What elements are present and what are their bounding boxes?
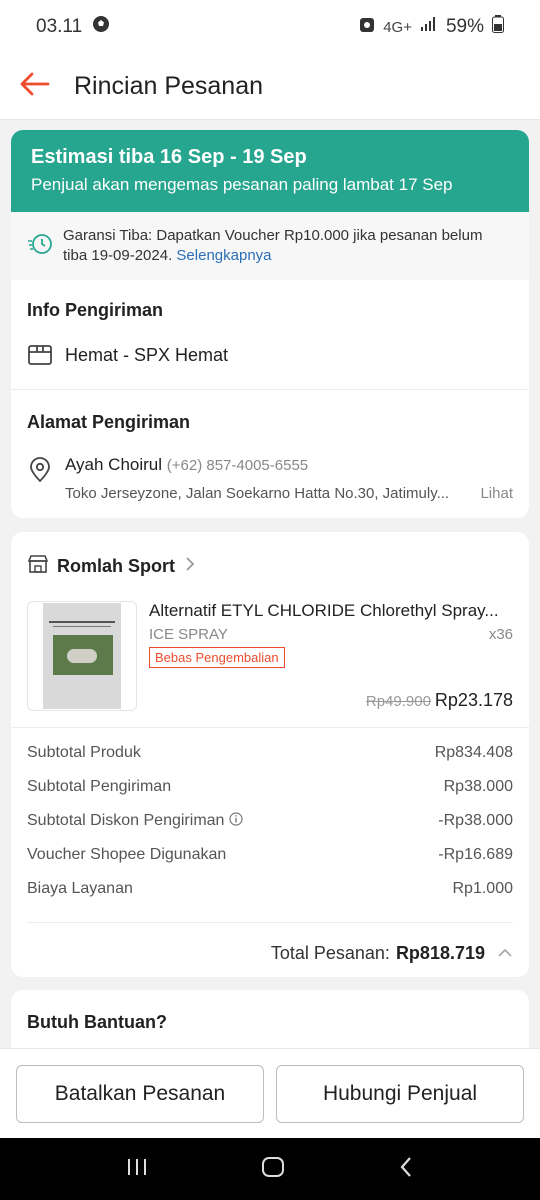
summary-row: Subtotal Diskon Pengiriman -Rp38.000 [27,812,513,846]
home-icon[interactable] [261,1156,285,1183]
shipping-method: Hemat - SPX Hemat [65,344,229,365]
app-bar: Rincian Pesanan [0,54,540,120]
summary-label: Subtotal Diskon Pengiriman [27,812,225,829]
shop-icon [27,554,49,579]
contact-seller-button[interactable]: Hubungi Penjual [276,1065,524,1123]
shipping-info-section: Info Pengiriman Hemat - SPX Hemat [11,280,529,367]
free-return-badge: Bebas Pengembalian [149,647,285,668]
address-section[interactable]: Alamat Pengiriman Ayah Choirul (+62) 857… [11,390,529,502]
summary-label: Biaya Layanan [27,880,133,897]
summary-row: Biaya Layanan Rp1.000 [27,880,513,914]
address-more-link[interactable]: Lihat [480,485,513,502]
estimate-banner: Estimasi tiba 16 Sep - 19 Sep Penjual ak… [11,130,529,212]
product-name: Alternatif ETYL CHLORIDE Chlorethyl Spra… [149,601,499,620]
order-items-card: Romlah Sport Alternatif ETYL CHLORIDE Ch… [11,532,529,977]
help-card[interactable]: Butuh Bantuan? [11,990,529,1048]
summary-value: -Rp16.689 [438,846,513,863]
product-original-price: Rp49.900 [365,693,431,710]
notification-icon [359,15,375,39]
soccer-ball-icon [92,15,110,39]
status-bar: 03.11 4G+ 59% [0,0,540,54]
product-image [27,601,137,711]
summary-label: Subtotal Produk [27,744,141,761]
cancel-order-button[interactable]: Batalkan Pesanan [16,1065,264,1123]
address-detail: Toko Jerseyzone, Jalan Soekarno Hatta No… [65,485,450,502]
guarantee-text-line2: tiba 19-09-2024. [63,247,173,264]
estimate-subtitle: Penjual akan mengemas pesanan paling lam… [31,175,453,194]
shipping-method-row[interactable]: Hemat - SPX Hemat [27,343,513,367]
arrow-left-icon [18,71,50,102]
status-indicators: 4G+ 59% [359,15,504,39]
total-value: Rp818.719 [395,943,485,963]
total-label: Total Pesanan: [270,943,390,963]
product-quantity: x36 [488,626,513,643]
order-detail-content[interactable]: Estimasi tiba 16 Sep - 19 Sep Penjual ak… [0,120,540,1048]
network-type: 4G+ [383,18,412,36]
shipping-info-title: Info Pengiriman [27,300,164,320]
shop-row[interactable]: Romlah Sport [11,532,529,579]
summary-value: Rp38.000 [443,778,513,795]
summary-row: Subtotal Produk Rp834.408 [27,744,513,778]
back-nav-icon[interactable] [398,1155,414,1184]
battery-level: 59% [445,16,484,37]
chevron-right-icon [183,556,197,577]
product-price: Rp23.178 [434,690,513,710]
help-title: Butuh Bantuan? [27,1012,167,1032]
location-pin-icon [27,455,53,502]
guarantee-text-line1: Garansi Tiba: Dapatkan Voucher Rp10.000 … [63,227,483,244]
summary-value: Rp834.408 [434,744,513,761]
recent-apps-icon[interactable] [126,1157,148,1182]
recipient-name: Ayah Choirul [65,455,163,474]
chevron-up-icon [497,943,513,964]
order-total-row[interactable]: Total Pesanan: Rp818.719 [11,923,529,964]
summary-label: Subtotal Pengiriman [27,778,172,795]
payment-summary: Subtotal Produk Rp834.408 Subtotal Pengi… [11,728,529,914]
guarantee-notice[interactable]: Garansi Tiba: Dapatkan Voucher Rp10.000 … [11,212,529,280]
status-time-group: 03.11 [36,15,110,39]
address-row: Ayah Choirul (+62) 857-4005-6555 Toko Je… [27,455,513,502]
summary-row: Subtotal Pengiriman Rp38.000 [27,778,513,812]
package-icon [27,343,53,367]
delivery-card: Estimasi tiba 16 Sep - 19 Sep Penjual ak… [11,130,529,518]
recipient-phone: (+62) 857-4005-6555 [166,457,309,474]
signal-icon [420,16,438,38]
product-variant: ICE SPRAY [149,626,228,643]
bottom-action-bar: Batalkan Pesanan Hubungi Penjual [0,1048,540,1138]
address-title: Alamat Pengiriman [27,412,191,432]
page-title: Rincian Pesanan [74,72,264,100]
battery-icon [492,15,504,39]
summary-value: Rp1.000 [452,880,514,897]
summary-value: -Rp38.000 [438,812,513,829]
estimate-title: Estimasi tiba 16 Sep - 19 Sep [31,146,307,168]
info-icon[interactable] [229,812,243,829]
summary-label: Voucher Shopee Digunakan [27,846,227,863]
product-item[interactable]: Alternatif ETYL CHLORIDE Chlorethyl Spra… [11,579,529,711]
system-navigation-bar [0,1138,540,1200]
summary-row: Voucher Shopee Digunakan -Rp16.689 [27,846,513,880]
shop-name: Romlah Sport [57,556,176,576]
clock-fast-icon [27,232,53,262]
status-time: 03.11 [36,16,83,37]
back-button[interactable] [0,54,64,120]
guarantee-more-link[interactable]: Selengkapnya [176,247,271,264]
